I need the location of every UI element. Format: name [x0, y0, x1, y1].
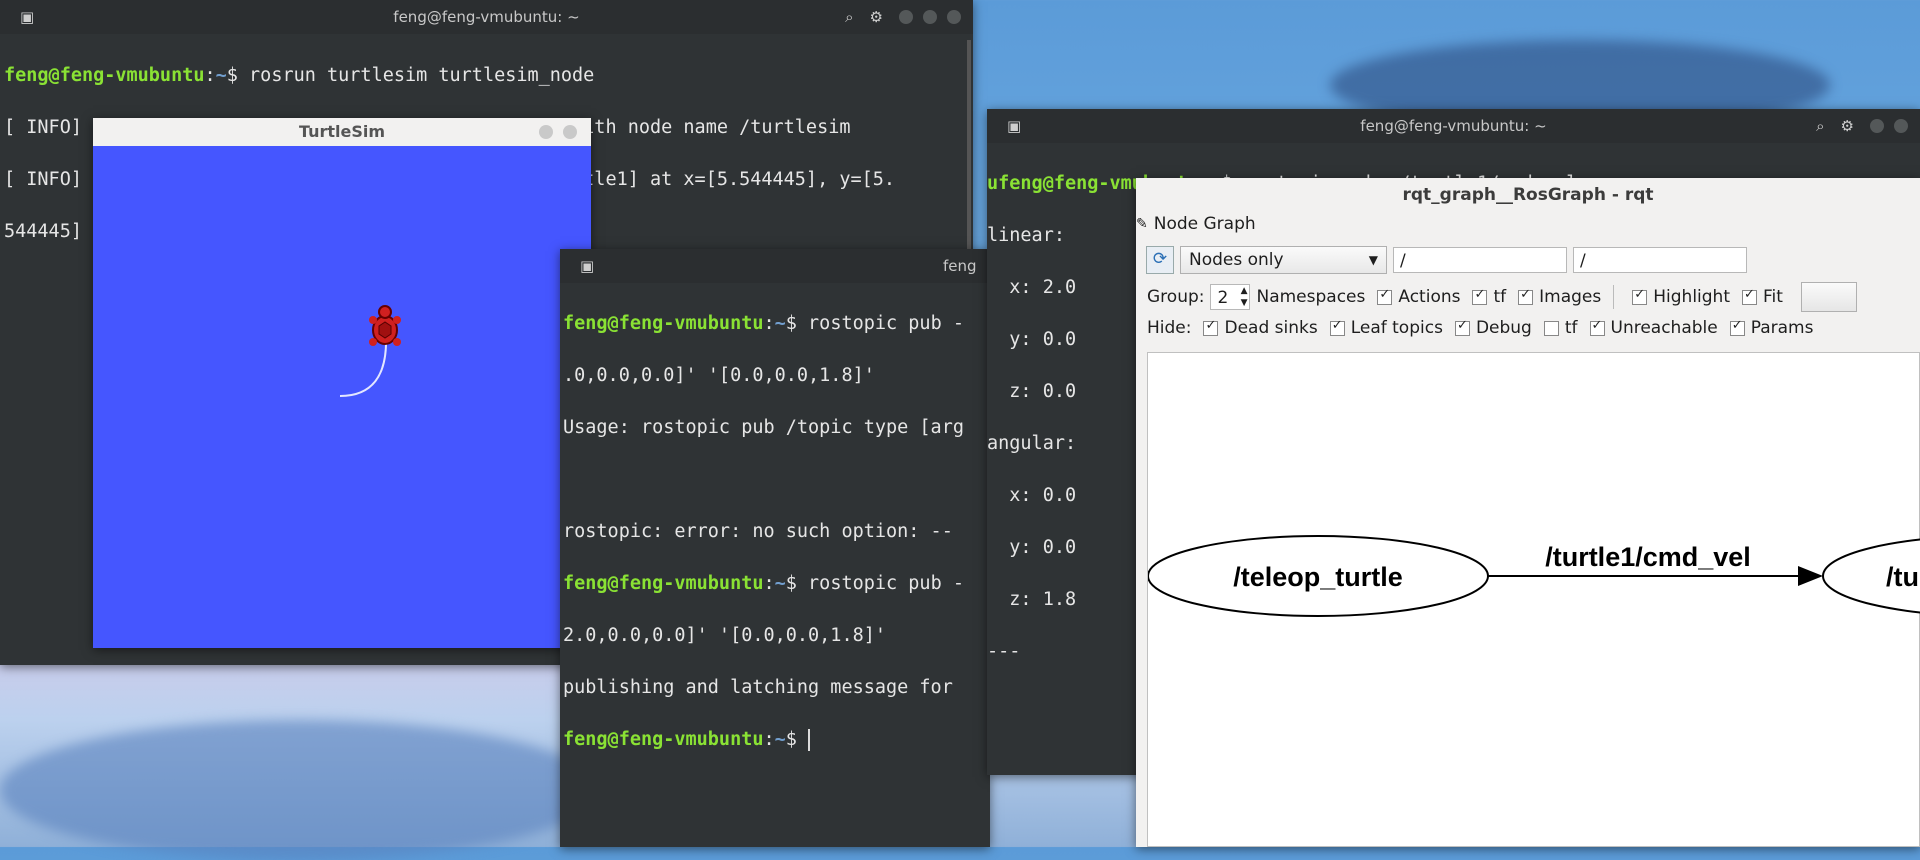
minimize-button[interactable]	[899, 10, 913, 24]
close-button[interactable]	[947, 10, 961, 24]
turtlesim-window[interactable]: TurtleSim	[93, 118, 591, 648]
group-label: Group:	[1147, 287, 1205, 307]
gear-icon[interactable]: ⚙	[1841, 109, 1854, 143]
titlebar[interactable]: TurtleSim	[93, 118, 591, 146]
highlight-checkbox[interactable]	[1632, 287, 1648, 305]
turtle-trail	[339, 335, 388, 397]
terminal-menu-icon[interactable]: ▣	[580, 249, 594, 283]
dead-sinks-label: Dead sinks	[1224, 318, 1318, 338]
window-title: feng@feng-vmubuntu: ~	[1360, 117, 1547, 135]
minimize-button[interactable]	[539, 125, 553, 139]
params-label: Params	[1750, 318, 1814, 338]
plugin-label: Node Graph	[1153, 214, 1256, 234]
namespaces-label: Namespaces	[1256, 287, 1366, 307]
mode-select[interactable]: Nodes only ▼	[1180, 246, 1387, 274]
output-line: 2.0,0.0,0.0]' '[0.0,0.0,1.8]'	[563, 625, 887, 646]
debug-checkbox[interactable]	[1454, 318, 1470, 336]
turtle-canvas	[93, 146, 591, 648]
terminal-menu-icon[interactable]: ▣	[1007, 109, 1021, 143]
params-checkbox[interactable]	[1729, 318, 1745, 336]
edge-arrowhead	[1798, 566, 1823, 586]
window-title: TurtleSim	[298, 122, 386, 141]
dead-sinks-checkbox[interactable]	[1203, 318, 1219, 336]
titlebar[interactable]: ▣ feng	[560, 249, 990, 283]
output-line: Usage: rostopic pub /topic type [arg	[563, 417, 964, 438]
titlebar[interactable]: ▣ feng@feng-vmubuntu: ~ ⌕ ⚙	[0, 0, 973, 34]
hide-label: Hide:	[1147, 318, 1192, 338]
chevron-down-icon: ▼	[1368, 253, 1378, 267]
command-line: feng@feng-vmubuntu:~$ rostopic pub -	[563, 313, 964, 334]
leaf-topics-checkbox[interactable]	[1329, 318, 1345, 336]
images-label: Images	[1539, 287, 1602, 307]
gear-icon[interactable]: ⚙	[870, 0, 883, 34]
namespaces-checkbox[interactable]	[1377, 287, 1393, 305]
command-line: feng@feng-vmubuntu:~$	[563, 729, 811, 751]
background-cloud	[0, 720, 600, 860]
tool-icon: ✎	[1136, 216, 1148, 232]
topic-filter-input[interactable]: /	[1573, 247, 1747, 273]
actions-label: Actions	[1398, 287, 1461, 307]
close-button[interactable]	[563, 125, 577, 139]
search-icon[interactable]: ⌕	[1816, 109, 1824, 143]
titlebar[interactable]: ▣ feng@feng-vmubuntu: ~ ⌕ ⚙	[987, 109, 1920, 143]
fit-label: Fit	[1763, 287, 1783, 307]
node-label: /teleop_turtle	[1233, 562, 1403, 592]
minimize-button[interactable]	[1870, 119, 1884, 133]
separator	[1613, 285, 1615, 309]
spinner-arrows-icon[interactable]: ▲ ▼	[1241, 285, 1248, 309]
output-line: publishing and latching message for	[563, 677, 953, 698]
debug-label: Debug	[1475, 318, 1532, 338]
terminal-window-rostopic-pub[interactable]: ▣ feng feng@feng-vmubuntu:~$ rostopic pu…	[560, 249, 990, 847]
node-filter-input[interactable]: /	[1393, 247, 1567, 273]
terminal-menu-icon[interactable]: ▣	[20, 0, 34, 34]
fit-button[interactable]	[1800, 282, 1857, 312]
unreachable-checkbox[interactable]	[1589, 318, 1605, 336]
tf-checkbox[interactable]	[1518, 287, 1534, 305]
output-line: rostopic: error: no such option: --	[563, 521, 953, 542]
refresh-icon[interactable]: ⟳	[1146, 246, 1174, 274]
window-title: feng@feng-vmubuntu: ~	[393, 8, 580, 26]
text-cursor	[808, 729, 811, 751]
rqt-graph-window[interactable]: rqt_graph__RosGraph - rqt ✎ Node Graph ⟳…	[1136, 178, 1920, 847]
maximize-button[interactable]	[923, 10, 937, 24]
node-label: /tur	[1886, 562, 1920, 592]
tf-label: tf	[1493, 287, 1507, 307]
leaf-topics-label: Leaf topics	[1350, 318, 1443, 338]
actions-checkbox[interactable]	[1472, 287, 1488, 305]
window-title: rqt_graph__RosGraph - rqt	[1402, 185, 1654, 205]
tf-hide-checkbox[interactable]	[1543, 320, 1559, 336]
unreachable-label: Unreachable	[1610, 318, 1718, 338]
turtle-icon	[369, 305, 401, 346]
group-spinbox[interactable]: 2 ▲ ▼	[1210, 284, 1251, 310]
command-line: feng@feng-vmubuntu:~$ rosrun turtlesim t…	[4, 65, 595, 86]
fit-checkbox[interactable]	[1742, 287, 1757, 305]
command-line: feng@feng-vmubuntu:~$ rostopic pub -	[563, 573, 964, 594]
search-icon[interactable]: ⌕	[845, 0, 853, 34]
edge-label: /turtle1/cmd_vel	[1545, 542, 1751, 572]
output-line: .0,0.0,0.0]' '[0.0,0.0,1.8]'	[563, 365, 875, 386]
terminal-output[interactable]: feng@feng-vmubuntu:~$ rostopic pub - .0,…	[560, 283, 990, 807]
ros-graph: /teleop_turtle /turtle1/cmd_vel /tur	[1148, 535, 1920, 617]
window-title: feng	[943, 257, 977, 275]
maximize-button[interactable]	[1894, 119, 1908, 133]
tf-hide-label: tf	[1564, 318, 1578, 338]
graph-canvas[interactable]: /teleop_turtle /turtle1/cmd_vel /tur	[1147, 352, 1920, 847]
highlight-label: Highlight	[1653, 287, 1730, 307]
